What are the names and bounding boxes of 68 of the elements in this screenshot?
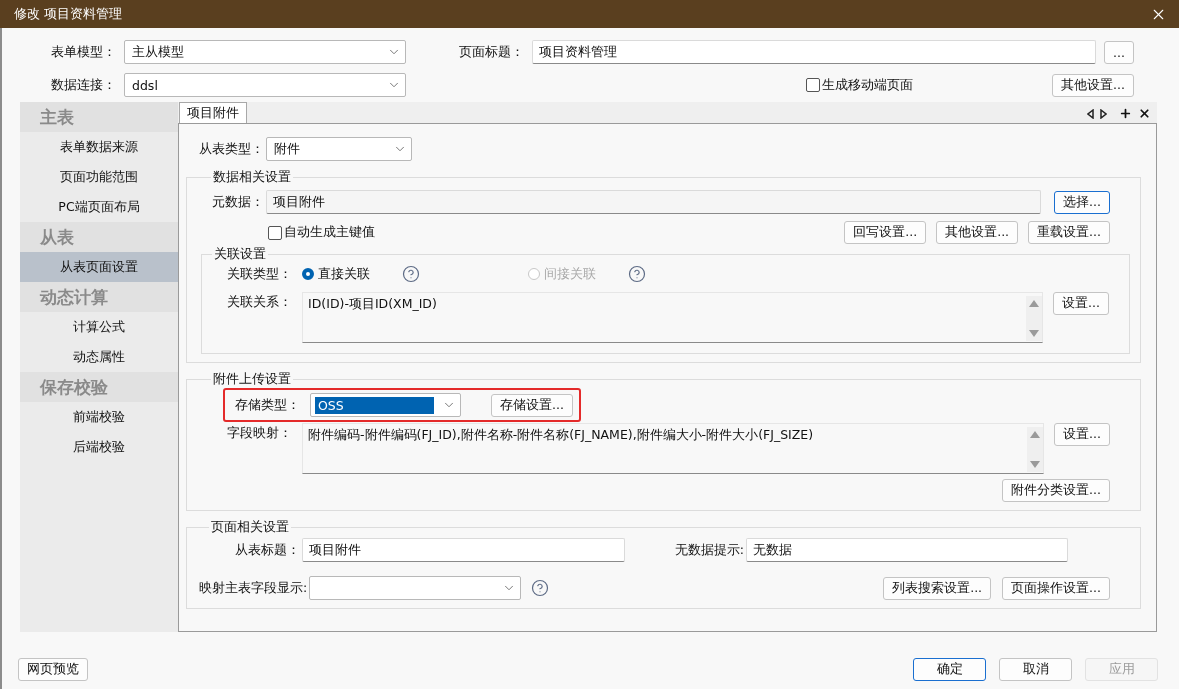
field-label: 关联关系： [226,294,292,311]
settings-button[interactable]: 列表搜索设置... [883,576,992,600]
radio-button[interactable] [302,268,314,280]
select-button[interactable]: 选择... [1054,190,1110,214]
preview-button[interactable]: 网页预览 [18,658,88,681]
field-label: 存储类型： [235,396,300,414]
dialog-button[interactable]: 取消 [999,658,1072,681]
sidebar-group-title: 保存校验 [20,372,178,402]
scroll-up-icon[interactable] [1030,431,1040,438]
settings-button[interactable]: 重载设置... [1028,221,1110,244]
dropdown[interactable]: 主从模型 [124,40,406,64]
group-title: 数据相关设置 [212,169,292,186]
text-area[interactable]: ID(ID)-项目ID(XM_ID) [302,292,1043,343]
settings-button[interactable]: 存储设置... [491,393,573,417]
settings-button[interactable]: 其他设置... [936,221,1019,244]
dialog-button[interactable]: 确定 [913,658,986,681]
settings-button[interactable]: 页面操作设置... [1002,576,1110,600]
settings-button[interactable]: 设置... [1053,292,1109,315]
text-area[interactable]: 附件编码-附件编码(FJ_ID),附件名称-附件名称(FJ_NAME),附件编大小-附件大小(FJ_SIZE) [302,423,1044,474]
group-title: 附件上传设置 [212,371,292,388]
dropdown[interactable]: ddsl [124,73,406,97]
settings-button[interactable]: 附件分类设置... [1002,479,1110,502]
sidebar-group-title: 动态计算 [20,282,178,312]
sidebar-group-title: 从表 [20,222,178,252]
field-label: 从表类型： [199,140,264,158]
radio-label: 直接关联 [318,265,370,283]
add-tab-icon[interactable] [1119,107,1132,120]
field-label: 页面标题： [458,43,524,61]
help-icon[interactable] [628,265,646,283]
scroll-down-icon[interactable] [1029,330,1039,337]
checkbox[interactable] [268,225,282,240]
sidebar-item[interactable]: 从表页面设置 [20,252,178,282]
browse-button[interactable]: ... [1104,40,1134,64]
dropdown[interactable]: OSS [310,393,461,417]
field-label: 字段映射： [226,425,292,442]
tab-prev-icon[interactable] [1087,108,1094,119]
sidebar-group-title: 主表 [20,102,178,132]
settings-button[interactable]: 设置... [1054,423,1110,446]
radio-label: 间接关联 [544,265,596,283]
checkbox-label: 自动生成主键值 [284,224,375,241]
settings-button[interactable]: 回写设置... [844,221,927,244]
tab[interactable]: 项目附件 [179,102,247,123]
field-label: 表单模型： [50,43,116,61]
checkbox[interactable] [806,78,821,92]
field-label: 无数据提示: [674,541,744,559]
field-label: 映射主表字段显示: [199,579,308,597]
dropdown[interactable]: 附件 [266,137,412,161]
help-icon[interactable] [531,579,550,597]
input-field[interactable]: 项目资料管理 [532,40,1096,64]
scrollbar[interactable] [1027,427,1043,472]
field-label: 从表标题： [234,541,300,559]
group-title: 页面相关设置 [210,519,290,536]
settings-button[interactable]: 其他设置... [1052,73,1134,97]
field-label: 元数据： [211,193,264,211]
input-field[interactable]: 项目附件 [302,538,625,562]
scroll-down-icon[interactable] [1030,461,1040,468]
checkbox-label: 生成移动端页面 [822,76,914,94]
input-field[interactable]: 无数据 [746,538,1068,562]
scroll-up-icon[interactable] [1029,300,1039,307]
field-label: 数据连接： [50,76,116,94]
close-tab-icon[interactable] [1138,107,1151,120]
scrollbar[interactable] [1026,296,1042,341]
input-field[interactable]: 项目附件 [266,190,1041,214]
window-title: 修改 项目资料管理 [14,5,123,23]
tab-next-icon[interactable] [1100,108,1107,119]
help-icon[interactable] [402,265,420,283]
field-label: 关联类型： [226,265,292,283]
group-title: 关联设置 [213,246,267,263]
